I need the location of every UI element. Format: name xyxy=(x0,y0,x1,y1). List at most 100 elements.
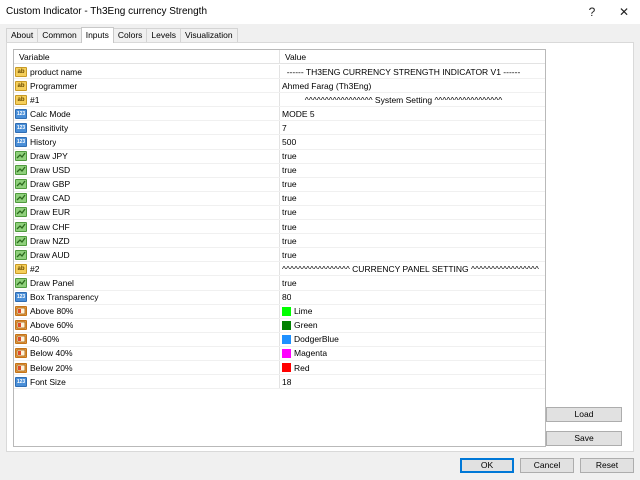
value-text: Lime xyxy=(294,306,313,317)
value-text: Ahmed Farag (Th3Eng) xyxy=(282,80,372,91)
color-swatch xyxy=(282,306,291,316)
value-cell[interactable]: true xyxy=(280,164,545,177)
ok-button[interactable]: OK xyxy=(460,458,514,473)
value-cell[interactable]: ^^^^^^^^^^^^^^^^^ CURRENCY PANEL SETTING… xyxy=(280,262,545,275)
table-row[interactable]: Draw CHF true xyxy=(14,220,545,235)
value-text: 500 xyxy=(282,137,297,148)
value-cell[interactable]: Ahmed Farag (Th3Eng) xyxy=(280,79,545,92)
table-row[interactable]: ab product name ------ TH3ENG CURRENCY STR… xyxy=(14,65,545,80)
variable-name: Draw JPY xyxy=(30,151,68,162)
table-row[interactable]: Above 60% Green xyxy=(14,318,545,333)
integer-type-icon: 123 xyxy=(15,108,27,119)
table-row[interactable]: Above 80% Lime xyxy=(14,304,545,319)
table-row[interactable]: Draw AUD true xyxy=(14,248,545,263)
table-row[interactable]: Below 20% Red xyxy=(14,360,545,376)
table-row[interactable]: Draw JPY true xyxy=(14,149,545,164)
variable-name: Draw CAD xyxy=(30,193,71,204)
value-cell[interactable]: true xyxy=(280,150,545,163)
tab-strip: About Common Inputs Colors Levels Visualizati… xyxy=(6,27,238,43)
value-cell[interactable]: Green xyxy=(280,319,545,332)
cancel-button[interactable]: Cancel xyxy=(520,458,574,473)
value-text: DodgerBlue xyxy=(294,334,339,345)
table-row[interactable]: Draw EUR true xyxy=(14,205,545,221)
value-cell[interactable]: DodgerBlue xyxy=(280,333,545,346)
table-row[interactable]: 123 Box Transparency 80 xyxy=(14,290,545,305)
value-text: 7 xyxy=(282,122,287,133)
tab-about[interactable]: About xyxy=(6,28,39,42)
variable-cell: Above 80% xyxy=(14,304,280,318)
table-row[interactable]: 123 Sensitivity 7 xyxy=(14,121,545,136)
boolean-type-icon xyxy=(15,277,27,288)
variable-cell: ab product name xyxy=(14,65,280,79)
grid-rows: ab product name ------ TH3ENG CURRENCY STR… xyxy=(14,65,545,390)
table-row[interactable]: Draw CAD true xyxy=(14,191,545,206)
table-row[interactable]: ab Programmer Ahmed Farag (Th3Eng) xyxy=(14,79,545,94)
inputs-grid: Variable Value ab product name ------ TH3E… xyxy=(13,49,546,447)
value-cell[interactable]: true xyxy=(280,248,545,261)
table-row[interactable]: 40-60% DodgerBlue xyxy=(14,332,545,347)
close-button[interactable]: ✕ xyxy=(610,2,638,22)
integer-type-icon: 123 xyxy=(15,122,27,133)
table-row[interactable]: 123 History 500 xyxy=(14,135,545,150)
integer-type-icon: 123 xyxy=(15,376,27,387)
value-text: ^^^^^^^^^^^^^^^^^ CURRENCY PANEL SETTING… xyxy=(282,263,539,274)
table-row[interactable]: 123 Calc Mode MODE 5 xyxy=(14,107,545,122)
title-bar: Custom Indicator - Th3Eng currency Stren… xyxy=(0,0,640,24)
tab-levels[interactable]: Levels xyxy=(146,28,181,42)
value-cell[interactable]: 80 xyxy=(280,291,545,304)
value-cell[interactable]: Magenta xyxy=(280,347,545,360)
reset-button[interactable]: Reset xyxy=(580,458,634,473)
variable-name: Draw EUR xyxy=(30,207,71,218)
integer-type-icon: 123 xyxy=(15,137,27,148)
column-header-variable[interactable]: Variable xyxy=(14,50,280,64)
tab-colors[interactable]: Colors xyxy=(112,28,148,42)
value-cell[interactable]: true xyxy=(280,178,545,191)
value-cell[interactable]: ------ TH3ENG CURRENCY STRENGTH INDICATO… xyxy=(280,65,545,78)
boolean-type-icon xyxy=(15,249,27,260)
value-cell[interactable]: true xyxy=(280,192,545,205)
value-cell[interactable]: Lime xyxy=(280,305,545,318)
table-row[interactable]: ab #2 ^^^^^^^^^^^^^^^^^ CURRENCY PANEL SET… xyxy=(14,262,545,277)
value-cell[interactable]: ^^^^^^^^^^^^^^^^^ System Setting ^^^^^^^… xyxy=(280,93,545,106)
value-text: true xyxy=(282,221,297,232)
boolean-type-icon xyxy=(15,193,27,204)
variable-cell: Draw EUR xyxy=(14,205,280,220)
string-type-icon: ab xyxy=(15,66,27,77)
table-row[interactable]: Draw NZD true xyxy=(14,234,545,249)
variable-name: Programmer xyxy=(30,80,78,91)
value-text: true xyxy=(282,151,297,162)
window-title: Custom Indicator - Th3Eng currency Stren… xyxy=(6,6,208,17)
tab-visualization[interactable]: Visualization xyxy=(180,28,238,42)
table-row[interactable]: Draw Panel true xyxy=(14,276,545,291)
variable-name: Draw Panel xyxy=(30,277,74,288)
table-row[interactable]: Draw GBP true xyxy=(14,177,545,192)
value-cell[interactable]: 18 xyxy=(280,375,545,388)
variable-cell: ab #1 xyxy=(14,93,280,107)
value-cell[interactable]: true xyxy=(280,234,545,247)
value-cell[interactable]: MODE 5 xyxy=(280,107,545,120)
value-text: 18 xyxy=(282,376,292,387)
value-cell[interactable]: true xyxy=(280,276,545,289)
variable-name: Below 20% xyxy=(30,362,73,373)
variable-cell: 123 Box Transparency xyxy=(14,290,280,304)
table-row[interactable]: 123 Font Size 18 xyxy=(14,375,545,390)
value-text: true xyxy=(282,249,297,260)
column-header-value[interactable]: Value xyxy=(280,50,545,64)
value-cell[interactable]: true xyxy=(280,206,545,219)
variable-cell: Draw USD xyxy=(14,163,280,177)
load-button[interactable]: Load xyxy=(546,407,622,422)
table-row[interactable]: ab #1 ^^^^^^^^^^^^^^^^^ System Setting ^^^… xyxy=(14,93,545,108)
help-button[interactable]: ? xyxy=(578,2,606,22)
value-cell[interactable]: 7 xyxy=(280,121,545,134)
string-type-icon: ab xyxy=(15,80,27,91)
tab-inputs[interactable]: Inputs xyxy=(80,27,114,43)
tab-common[interactable]: Common xyxy=(37,28,82,42)
variable-name: #2 xyxy=(30,263,40,274)
value-cell[interactable]: true xyxy=(280,220,545,233)
variable-cell: Draw Panel xyxy=(14,276,280,290)
save-button[interactable]: Save xyxy=(546,431,622,446)
table-row[interactable]: Draw USD true xyxy=(14,163,545,178)
value-cell[interactable]: 500 xyxy=(280,135,545,148)
table-row[interactable]: Below 40% Magenta xyxy=(14,346,545,361)
value-cell[interactable]: Red xyxy=(280,361,545,374)
